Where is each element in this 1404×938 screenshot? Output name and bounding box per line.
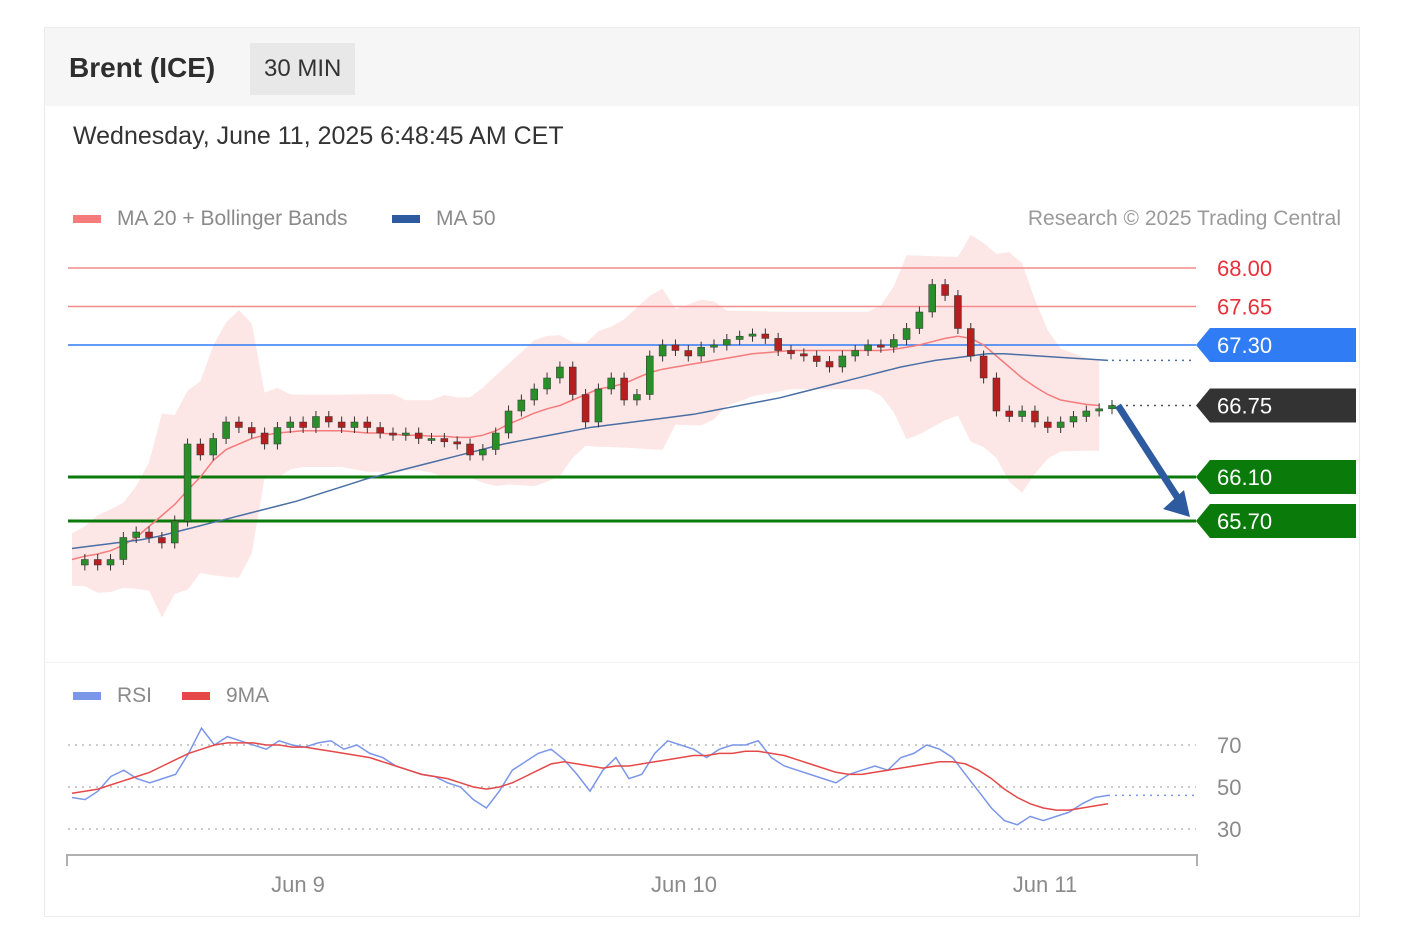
- level-label: 67.30: [1217, 333, 1272, 358]
- candle: [941, 284, 949, 296]
- candle: [145, 531, 153, 538]
- candle: [1005, 410, 1014, 417]
- level-label: 66.10: [1217, 465, 1272, 490]
- candle: [504, 410, 513, 434]
- candle: [825, 361, 834, 368]
- candle: [658, 344, 667, 357]
- candle: [1056, 421, 1065, 428]
- candle: [979, 355, 988, 379]
- rsi_ma-line: [71, 742, 1109, 811]
- candle: [119, 537, 128, 560]
- candle: [286, 421, 295, 428]
- candle: [1044, 421, 1052, 428]
- candle: [1018, 410, 1026, 417]
- level-label: 65.70: [1217, 509, 1272, 534]
- candle: [222, 421, 230, 439]
- price-chart: 68.00 67.65 67.30 66.75 66.10 65.70 70 50 30 Ju…: [66, 235, 1356, 897]
- candle: [928, 284, 936, 313]
- candle: [363, 421, 372, 428]
- candle: [697, 346, 705, 357]
- rsi-tick-label: 70: [1217, 733, 1241, 758]
- candle: [684, 350, 693, 357]
- candle: [800, 353, 808, 357]
- rsi-tick-label: 50: [1217, 775, 1241, 800]
- x-axis: [66, 854, 1198, 866]
- candle: [671, 344, 680, 351]
- x-tick-label: Jun 10: [651, 872, 717, 897]
- candle: [517, 399, 526, 412]
- candle: [183, 443, 192, 522]
- candle: [889, 339, 898, 348]
- candle: [954, 295, 962, 329]
- candle: [1095, 408, 1103, 412]
- candle: [350, 421, 359, 428]
- candle: [594, 388, 603, 423]
- candle: [581, 394, 590, 423]
- x-tick-label: Jun 11: [1013, 872, 1077, 897]
- candle: [209, 438, 217, 456]
- x-tick-label: Jun 9: [271, 872, 325, 897]
- candle: [710, 344, 718, 348]
- candle: [1031, 410, 1039, 423]
- candle: [389, 432, 397, 436]
- candle: [568, 366, 577, 395]
- candle: [248, 427, 256, 434]
- forecast-arrow-shaft: [1115, 403, 1184, 505]
- candle: [235, 421, 243, 428]
- candle: [260, 432, 269, 445]
- candle: [735, 335, 744, 340]
- level-label: 68.00: [1217, 256, 1272, 281]
- candle: [812, 355, 821, 362]
- candle: [273, 427, 282, 445]
- level-label: 66.75: [1217, 394, 1272, 419]
- candle: [761, 333, 770, 339]
- candle: [196, 443, 205, 456]
- rsi-tick-label: 30: [1217, 817, 1241, 842]
- candle: [453, 441, 461, 445]
- candle: [774, 338, 782, 351]
- candle: [723, 339, 731, 346]
- candle: [132, 531, 140, 538]
- candle: [838, 355, 847, 368]
- candle: [427, 438, 436, 441]
- candle: [902, 328, 911, 340]
- candle: [479, 449, 487, 456]
- candle: [1069, 416, 1078, 423]
- candle: [312, 416, 320, 428]
- candle: [402, 432, 410, 436]
- candle: [646, 355, 654, 395]
- level-label: 67.65: [1217, 295, 1272, 320]
- candle: [967, 328, 975, 357]
- candle: [440, 438, 449, 443]
- candle: [633, 394, 641, 401]
- candle: [325, 416, 333, 423]
- candle: [158, 537, 166, 544]
- candle: [337, 421, 346, 428]
- candle: [376, 427, 384, 434]
- candle: [93, 559, 102, 566]
- candle: [466, 443, 474, 456]
- candle: [748, 333, 757, 337]
- candle: [607, 377, 616, 390]
- candle: [414, 432, 423, 439]
- candle: [299, 421, 307, 428]
- candle: [864, 344, 872, 351]
- candle: [1082, 410, 1091, 417]
- candle: [81, 559, 89, 566]
- candle: [787, 350, 795, 355]
- candle: [491, 432, 500, 450]
- candle: [915, 311, 924, 329]
- candle: [543, 377, 551, 390]
- candle: [620, 377, 628, 401]
- candle: [530, 388, 538, 401]
- candle: [1108, 405, 1116, 410]
- candle: [106, 559, 115, 566]
- candle: [877, 344, 885, 348]
- candle: [170, 520, 179, 544]
- candle: [851, 350, 859, 357]
- candle: [556, 366, 564, 379]
- candle: [992, 377, 1001, 412]
